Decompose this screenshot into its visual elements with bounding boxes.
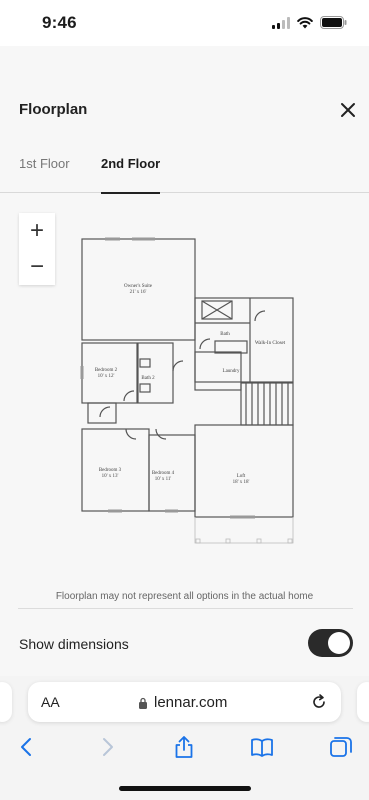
url-text: lennar.com xyxy=(154,694,228,711)
label-bath-2: Bath 2 xyxy=(141,376,155,381)
dims-owners-suite: 21' x 16' xyxy=(130,290,147,295)
toggle-knob xyxy=(328,632,350,654)
show-dimensions-label: Show dimensions xyxy=(19,636,129,652)
status-time: 9:46 xyxy=(42,13,77,32)
close-icon[interactable] xyxy=(338,100,358,120)
zoom-out-button[interactable]: − xyxy=(19,249,55,285)
show-dimensions-toggle[interactable] xyxy=(308,629,353,657)
floor-tabs: 1st Floor 2nd Floor xyxy=(0,146,369,194)
zoom-in-button[interactable]: + xyxy=(19,213,55,249)
floorplan-sheet: Floorplan 1st Floor 2nd Floor + − Owner'… xyxy=(0,46,369,676)
floorplan-disclaimer: Floorplan may not represent all options … xyxy=(55,591,314,602)
reader-settings-button[interactable]: AA xyxy=(41,694,60,710)
dims-bedroom-4: 10' x 11' xyxy=(155,477,172,482)
status-icons xyxy=(272,16,347,29)
home-indicator xyxy=(119,786,251,791)
label-walk-in-closet: Walk-In Closet xyxy=(255,341,286,346)
label-owners-suite: Owner's Suite xyxy=(124,284,153,289)
next-tab-preview[interactable] xyxy=(357,682,369,722)
dims-loft: 18' x 18' xyxy=(233,480,250,485)
bookmarks-icon[interactable] xyxy=(249,734,275,760)
address-bar[interactable]: AA lennar.com xyxy=(28,682,341,722)
share-icon[interactable] xyxy=(171,734,197,760)
zoom-control: + − xyxy=(19,213,55,285)
label-laundry: Laundry xyxy=(223,369,240,374)
url-display[interactable]: lennar.com xyxy=(138,694,227,711)
cellular-signal-icon xyxy=(272,16,290,29)
reload-icon[interactable] xyxy=(309,692,329,712)
label-bedroom-3: Bedroom 3 xyxy=(99,468,122,473)
tab-2nd-floor[interactable]: 2nd Floor xyxy=(101,156,161,194)
floorplan-drawing[interactable]: Owner's Suite 21' x 16' Bath Walk-In Clo… xyxy=(60,231,310,561)
dims-bedroom-3: 10' x 13' xyxy=(102,474,119,479)
divider xyxy=(18,608,353,609)
battery-icon xyxy=(320,16,347,29)
label-bedroom-2: Bedroom 2 xyxy=(95,368,118,373)
tabs-icon[interactable] xyxy=(328,734,354,760)
tab-1st-floor[interactable]: 1st Floor xyxy=(19,156,70,193)
lock-icon xyxy=(139,697,147,709)
label-bedroom-4: Bedroom 4 xyxy=(152,471,175,476)
forward-icon[interactable] xyxy=(94,734,120,760)
dims-bedroom-2: 10' x 12' xyxy=(98,374,115,379)
page-title: Floorplan xyxy=(19,101,88,118)
previous-tab-preview[interactable] xyxy=(0,682,12,722)
back-icon[interactable] xyxy=(14,734,40,760)
wifi-icon xyxy=(297,16,313,28)
browser-toolbar: AA lennar.com xyxy=(0,676,369,800)
label-loft: Loft xyxy=(237,474,246,479)
status-bar: 9:46 xyxy=(0,0,369,46)
label-bath: Bath xyxy=(220,332,230,337)
